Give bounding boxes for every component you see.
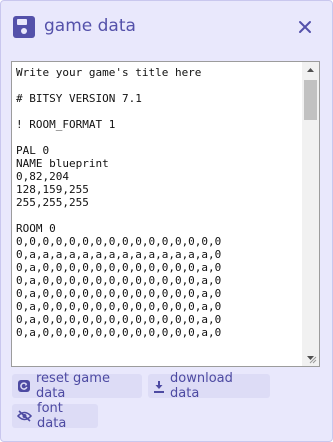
scroll-up-arrow-icon[interactable] xyxy=(302,62,319,79)
panel-titlebar: game data xyxy=(1,1,332,53)
reset-game-data-button[interactable]: reset game data xyxy=(12,371,142,401)
game-data-panel: game data Write your game's title here #… xyxy=(0,0,333,442)
game-data-textarea[interactable]: Write your game's title here # BITSY VER… xyxy=(16,66,298,366)
reset-button-label: reset game data xyxy=(36,371,110,401)
scroll-thumb[interactable] xyxy=(304,80,317,120)
close-icon[interactable] xyxy=(298,20,312,34)
font-button-label: font data xyxy=(37,401,67,431)
game-data-editor[interactable]: Write your game's title here # BITSY VER… xyxy=(11,61,320,367)
download-data-button[interactable]: download data xyxy=(148,371,270,401)
save-icon xyxy=(13,16,35,38)
resize-grip-icon[interactable] xyxy=(307,354,317,364)
download-button-label: download data xyxy=(170,371,233,401)
panel-title: game data xyxy=(44,16,136,36)
download-icon xyxy=(154,380,164,393)
editor-scrollbar[interactable] xyxy=(302,62,319,366)
font-data-button[interactable]: font data xyxy=(12,401,98,431)
eye-off-icon xyxy=(17,410,32,422)
reset-icon xyxy=(18,380,30,392)
